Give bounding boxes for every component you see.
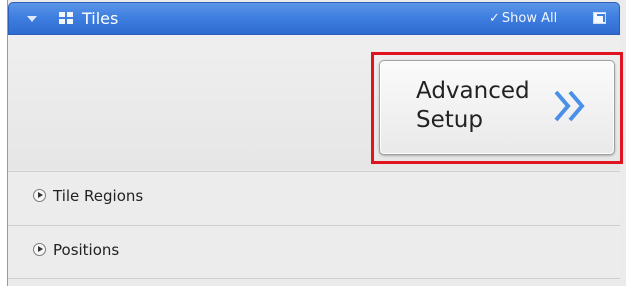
expand-arrow-icon[interactable] [33,189,46,202]
advanced-setup-line1: Advanced [416,78,530,104]
divider [8,278,620,279]
section-tile-regions[interactable]: Tile Regions [8,172,620,222]
collapse-arrow-icon[interactable] [27,16,37,22]
section-label: Positions [53,241,120,259]
show-all-toggle[interactable]: ✓ Show All [489,11,557,26]
expand-arrow-icon[interactable] [33,243,46,256]
advanced-setup-line2: Setup [416,107,483,133]
advanced-setup-button[interactable]: Advanced Setup [379,60,615,155]
checkmark-icon: ✓ [489,11,500,26]
popout-window-icon[interactable] [593,12,606,24]
double-chevron-right-icon [554,90,585,122]
panel-header[interactable]: Tiles ✓ Show All [8,2,620,35]
section-positions[interactable]: Positions [8,226,620,276]
section-label: Tile Regions [53,187,144,205]
tiles-grid-icon [59,12,73,24]
panel-title: Tiles [82,9,119,28]
tiles-panel: Tiles ✓ Show All Advanced Setup Tile Regi… [7,0,626,286]
advanced-setup-label: Advanced Setup [416,77,556,135]
show-all-label: Show All [501,11,558,26]
